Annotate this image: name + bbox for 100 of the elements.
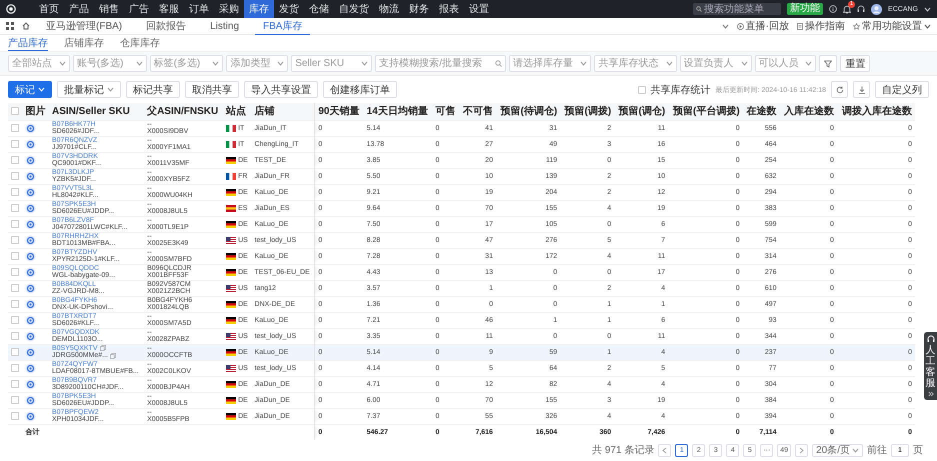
double-chevron-icon[interactable] bbox=[928, 391, 934, 397]
nav-item[interactable]: 财务 bbox=[404, 0, 434, 18]
headset-icon[interactable] bbox=[857, 5, 866, 13]
checkbox[interactable] bbox=[11, 220, 19, 228]
checkbox[interactable] bbox=[638, 86, 646, 94]
column-header[interactable]: 预留(待调仓) bbox=[496, 103, 560, 120]
reset-button[interactable]: 重置 bbox=[840, 55, 870, 72]
nav-item[interactable]: 物流 bbox=[374, 0, 404, 18]
action-button[interactable]: 标记 bbox=[8, 81, 52, 98]
header-link[interactable]: 操作指南 bbox=[797, 19, 845, 33]
nav-item[interactable]: 订单 bbox=[184, 0, 214, 18]
next-page-button[interactable] bbox=[795, 444, 808, 456]
checkbox[interactable] bbox=[11, 348, 19, 356]
nav-item[interactable]: 首页 bbox=[34, 0, 64, 18]
column-header[interactable]: 入库在途数 bbox=[780, 103, 837, 120]
filter-dropdown[interactable]: 账号(多选) bbox=[76, 58, 134, 69]
checkbox[interactable] bbox=[11, 284, 19, 292]
download-button[interactable] bbox=[853, 81, 870, 98]
nav-item[interactable]: 库存 bbox=[244, 0, 274, 18]
checkbox[interactable] bbox=[11, 412, 19, 420]
checkbox[interactable] bbox=[11, 172, 19, 180]
nav-item[interactable]: 发货 bbox=[274, 0, 304, 18]
page-tab[interactable]: Listing bbox=[202, 18, 248, 34]
action-button[interactable]: 标记共享 bbox=[126, 81, 180, 98]
column-header[interactable]: 90天销量 bbox=[314, 103, 364, 120]
filter-dropdown[interactable]: 设置负责人 bbox=[684, 58, 739, 69]
home-icon[interactable] bbox=[22, 22, 30, 30]
column-header[interactable]: 图片 bbox=[22, 103, 49, 120]
column-header[interactable]: 预留(调拨) bbox=[560, 103, 614, 120]
checkbox[interactable] bbox=[11, 124, 19, 132]
checkbox[interactable] bbox=[11, 204, 19, 212]
checkbox[interactable] bbox=[11, 140, 19, 148]
column-header[interactable]: 父ASIN/FNSKU bbox=[144, 103, 224, 120]
nav-item[interactable]: 销售 bbox=[94, 0, 124, 18]
sub-tab[interactable]: 店铺库存 bbox=[64, 35, 104, 51]
page-tab[interactable]: FBA库存 bbox=[255, 18, 310, 34]
nav-item[interactable]: 采购 bbox=[214, 0, 244, 18]
filter-dropdown[interactable]: 可以人员 bbox=[754, 55, 816, 72]
filter-dropdown[interactable]: Seller SKU bbox=[291, 55, 372, 72]
column-header[interactable]: 可售 bbox=[432, 103, 460, 120]
nav-item[interactable]: 产品 bbox=[64, 0, 94, 18]
action-button[interactable]: 批量标记 bbox=[57, 81, 121, 98]
search-field[interactable]: 支持模糊搜索/批量搜索 bbox=[375, 55, 506, 72]
column-header[interactable]: 站点 bbox=[223, 103, 252, 120]
search-field[interactable]: 支持模糊搜索/批量搜索 bbox=[379, 58, 494, 69]
filter-dropdown[interactable]: 添加类型 bbox=[230, 58, 276, 69]
nav-item[interactable]: 客服 bbox=[154, 0, 184, 18]
checkbox[interactable] bbox=[11, 316, 19, 324]
checkbox[interactable] bbox=[11, 188, 19, 196]
column-header[interactable]: ASIN/Seller SKU bbox=[48, 103, 144, 120]
checkbox[interactable] bbox=[11, 252, 19, 260]
column-header[interactable]: 不可售 bbox=[459, 103, 496, 120]
filter-dropdown[interactable]: 标签(多选) bbox=[154, 58, 210, 69]
copy-icon[interactable] bbox=[110, 352, 116, 359]
column-header[interactable]: 店铺 bbox=[252, 103, 315, 120]
filter-dropdown[interactable]: 添加类型 bbox=[226, 55, 288, 72]
filter-button[interactable] bbox=[819, 55, 838, 72]
action-button[interactable]: 创建移库订单 bbox=[323, 81, 397, 98]
column-header[interactable]: 在途数 bbox=[742, 103, 780, 120]
column-header[interactable]: 预留(调仓) bbox=[614, 103, 668, 120]
nav-item[interactable]: 设置 bbox=[464, 0, 494, 18]
help-widget[interactable]: 人工客服 bbox=[924, 332, 937, 400]
search-field[interactable]: 搜索功能菜单 bbox=[693, 3, 782, 15]
action-button[interactable]: 取消共享 bbox=[185, 81, 239, 98]
previous-page-button[interactable] bbox=[658, 444, 672, 456]
customize-columns-button[interactable]: 自定义列 bbox=[875, 81, 929, 98]
checkbox[interactable] bbox=[11, 380, 19, 388]
page-tab[interactable]: 回款报告 bbox=[138, 18, 194, 34]
avatar-icon[interactable] bbox=[871, 4, 882, 14]
filter-dropdown[interactable]: 账号(多选) bbox=[72, 55, 147, 72]
filter-dropdown[interactable]: 标签(多选) bbox=[150, 55, 224, 72]
checkbox[interactable] bbox=[11, 156, 19, 164]
action-button[interactable]: 导入共享设置 bbox=[244, 81, 318, 98]
header-link[interactable]: 常用功能设置 bbox=[853, 19, 931, 33]
checkbox[interactable] bbox=[11, 107, 19, 116]
checkbox[interactable] bbox=[11, 332, 19, 340]
checkbox[interactable] bbox=[11, 236, 19, 244]
filter-dropdown[interactable]: Seller SKU bbox=[295, 58, 360, 69]
column-header[interactable]: 调拨入库在途数 bbox=[836, 103, 915, 120]
checkbox[interactable] bbox=[11, 300, 19, 308]
header-link[interactable]: 直播·回放 bbox=[736, 19, 789, 33]
sub-tab[interactable]: 仓库库存 bbox=[120, 35, 160, 51]
refresh-button[interactable] bbox=[831, 81, 848, 98]
nav-item[interactable]: 仓储 bbox=[304, 0, 334, 18]
page-size-select[interactable]: 20条/页 bbox=[812, 444, 863, 456]
copy-icon[interactable] bbox=[100, 345, 106, 352]
nav-item[interactable]: 广告 bbox=[124, 0, 154, 18]
filter-dropdown[interactable]: 可以人员 bbox=[758, 58, 804, 69]
column-header[interactable]: 14天日均销量 bbox=[364, 103, 432, 120]
nav-item[interactable]: 自发货 bbox=[334, 0, 374, 18]
checkbox[interactable] bbox=[11, 268, 19, 276]
filter-dropdown[interactable]: 设置负责人 bbox=[680, 55, 752, 72]
bell-icon[interactable] bbox=[843, 4, 852, 14]
apps-icon[interactable] bbox=[6, 22, 14, 30]
page-tab[interactable]: 亚马逊管理(FBA) bbox=[38, 18, 130, 34]
info-icon[interactable] bbox=[829, 5, 838, 13]
nav-item[interactable]: 报表 bbox=[434, 0, 464, 18]
column-header[interactable]: 预留(平台调拨) bbox=[668, 103, 743, 120]
checkbox[interactable] bbox=[11, 364, 19, 372]
checkbox[interactable] bbox=[11, 396, 19, 404]
